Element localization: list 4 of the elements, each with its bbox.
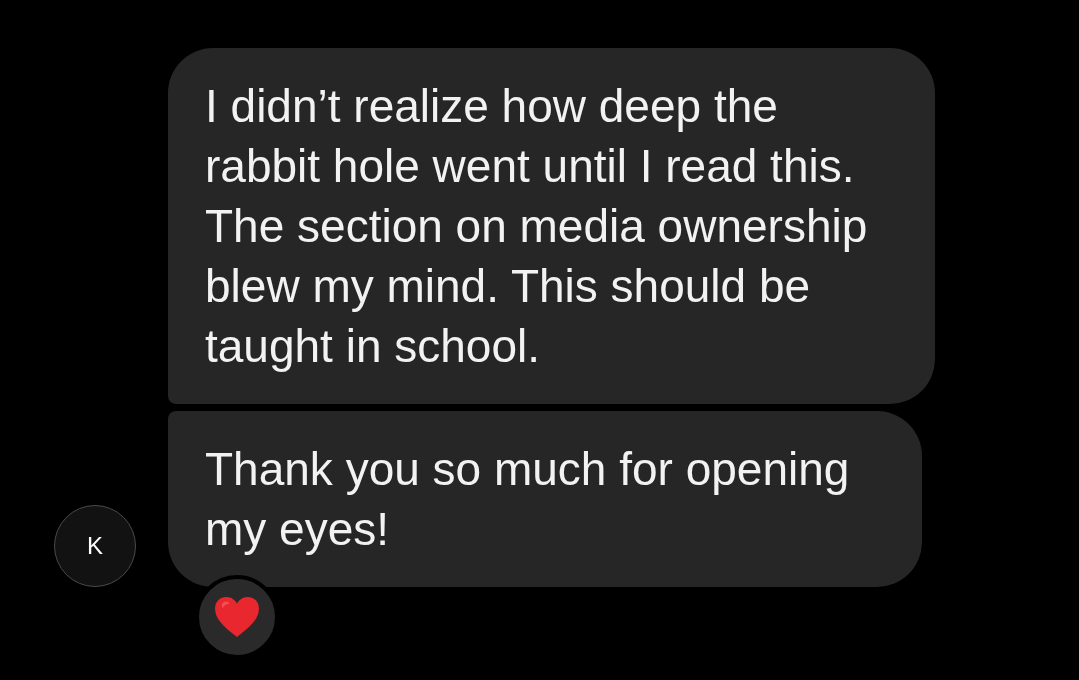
message-bubble[interactable]: Thank you so much for opening my eyes! — [168, 411, 922, 587]
message-bubble[interactable]: I didn’t realize how deep the rabbit hole went until I read this. The section on media ownership blew my mind. This should be taught in school. — [168, 48, 935, 404]
avatar[interactable]: K — [54, 505, 136, 587]
heart-icon — [214, 596, 260, 638]
